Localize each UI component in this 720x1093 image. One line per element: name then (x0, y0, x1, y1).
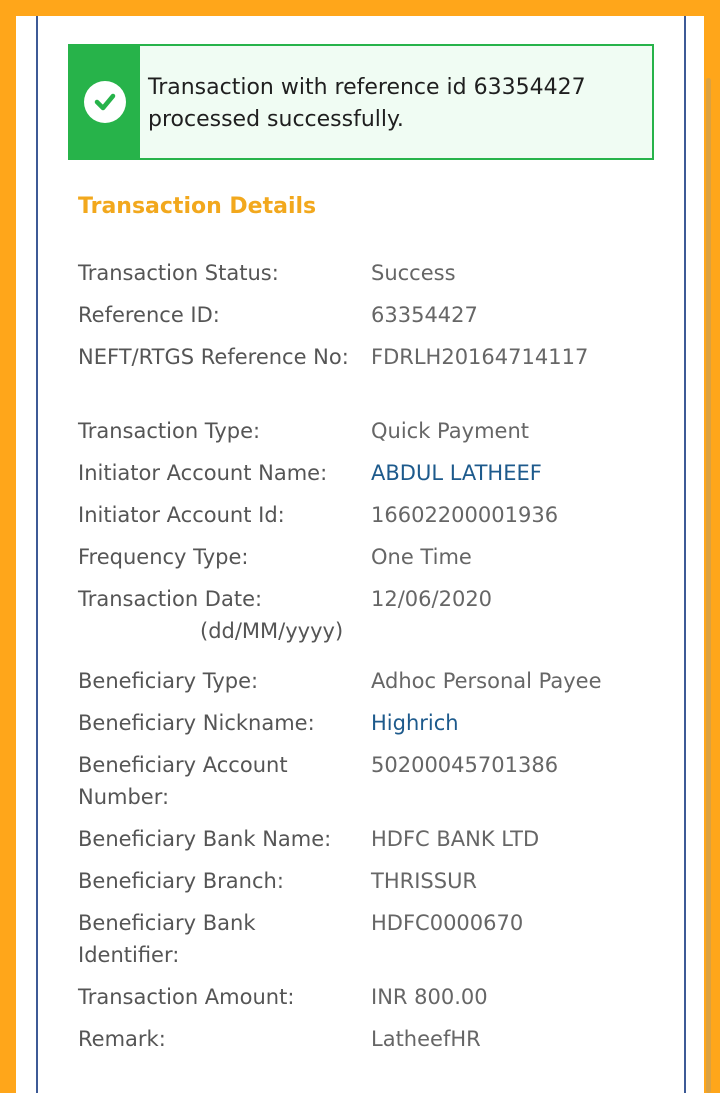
right-border (684, 16, 686, 1093)
detail-label: Beneficiary Account Number: (78, 753, 288, 809)
success-alert: Transaction with reference id 63354427 p… (68, 44, 654, 160)
detail-label: Remark: (78, 1027, 166, 1051)
beneficiary-nickname-link[interactable]: Highrich (371, 707, 661, 739)
detail-value: Adhoc Personal Payee (371, 669, 602, 693)
detail-value: FDRLH20164714117 (371, 345, 589, 369)
detail-label: Transaction Type: (78, 419, 261, 443)
detail-label: Transaction Amount: (78, 985, 295, 1009)
detail-label: Reference ID: (78, 303, 220, 327)
left-border (36, 16, 38, 1093)
detail-value: Quick Payment (371, 419, 529, 443)
detail-label: Beneficiary Nickname: (78, 711, 315, 735)
check-circle-icon (84, 81, 126, 123)
detail-label: Transaction Date: (dd/MM/yyyy) (78, 583, 358, 647)
detail-value: HDFC BANK LTD (371, 827, 540, 851)
detail-value: Success (371, 261, 456, 285)
detail-value: 12/06/2020 (371, 587, 493, 611)
section-title: Transaction Details (78, 194, 317, 219)
initiator-name-link[interactable]: ABDUL LATHEEF (371, 457, 661, 489)
detail-value: THRISSUR (371, 869, 478, 893)
detail-label: Beneficiary Type: (78, 669, 259, 693)
detail-label-text: Transaction Date: (78, 587, 263, 611)
detail-value: 50200045701386 (371, 753, 559, 777)
detail-value: 63354427 (371, 303, 478, 327)
date-format-hint: (dd/MM/yyyy) (200, 619, 344, 643)
detail-label: Beneficiary Bank Identifier: (78, 911, 256, 967)
detail-value: LatheefHR (371, 1027, 481, 1051)
detail-label: Initiator Account Name: (78, 461, 328, 485)
scrollbar[interactable] (706, 78, 711, 1093)
detail-label: Beneficiary Branch: (78, 869, 284, 893)
detail-label: NEFT/RTGS Reference No: (78, 345, 349, 369)
detail-label: Transaction Status: (78, 261, 279, 285)
detail-value: 16602200001936 (371, 503, 559, 527)
detail-value: INR 800.00 (371, 985, 488, 1009)
detail-label: Initiator Account Id: (78, 503, 285, 527)
detail-value: HDFC0000670 (371, 911, 524, 935)
detail-label: Frequency Type: (78, 545, 249, 569)
detail-label: Beneficiary Bank Name: (78, 827, 332, 851)
alert-icon-box (70, 46, 140, 158)
alert-message: Transaction with reference id 63354427 p… (148, 75, 586, 132)
detail-value: One Time (371, 545, 472, 569)
